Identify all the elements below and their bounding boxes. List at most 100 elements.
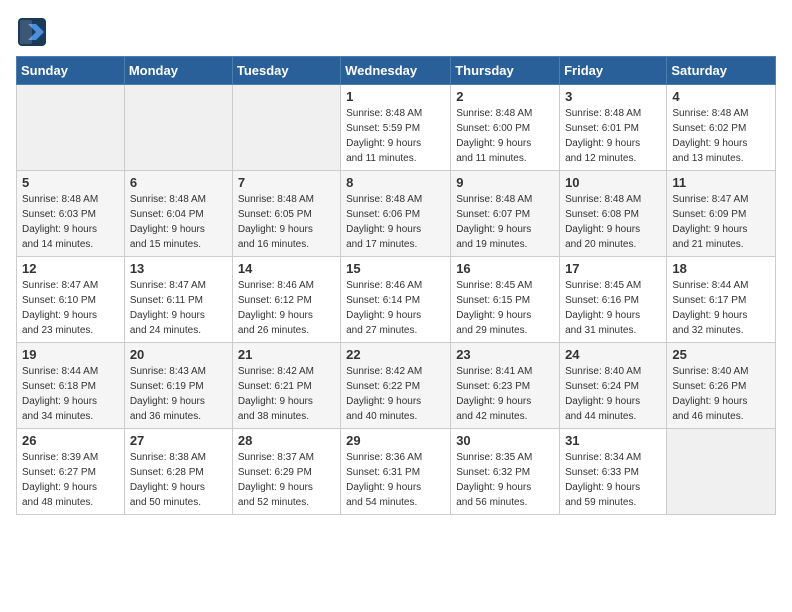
day-info: Sunrise: 8:48 AM Sunset: 6:03 PM Dayligh… [22,192,119,252]
calendar-cell: 22 Sunrise: 8:42 AM Sunset: 6:22 PM Dayli… [341,343,451,429]
day-info: Sunrise: 8:48 AM Sunset: 6:05 PM Dayligh… [238,192,335,252]
calendar-week-row: 12 Sunrise: 8:47 AM Sunset: 6:10 PM Dayli… [17,257,776,343]
calendar-week-row: 19 Sunrise: 8:44 AM Sunset: 6:18 PM Dayli… [17,343,776,429]
day-info: Sunrise: 8:35 AM Sunset: 6:32 PM Dayligh… [456,450,554,510]
page-header [16,16,776,48]
calendar-cell: 1Sunrise: 8:48 AM Sunset: 5:59 PM Daylig… [341,85,451,171]
day-info: Sunrise: 8:41 AM Sunset: 6:23 PM Dayligh… [456,364,554,424]
weekday-header-saturday: Saturday [667,57,776,85]
day-info: Sunrise: 8:40 AM Sunset: 6:24 PM Dayligh… [565,364,661,424]
calendar-week-row: 5 Sunrise: 8:48 AM Sunset: 6:03 PM Daylig… [17,171,776,257]
day-number: 16 [456,261,554,276]
day-number: 2 [456,89,554,104]
day-number: 27 [130,433,227,448]
day-number: 15 [346,261,445,276]
calendar-cell: 26Sunrise: 8:39 AM Sunset: 6:27 PM Dayli… [17,429,125,515]
day-number: 13 [130,261,227,276]
day-number: 10 [565,175,661,190]
day-info: Sunrise: 8:47 AM Sunset: 6:09 PM Dayligh… [672,192,770,252]
calendar-cell: 30 Sunrise: 8:35 AM Sunset: 6:32 PM Dayli… [451,429,560,515]
day-info: Sunrise: 8:36 AM Sunset: 6:31 PM Dayligh… [346,450,445,510]
day-info: Sunrise: 8:48 AM Sunset: 6:01 PM Dayligh… [565,106,661,166]
day-number: 23 [456,347,554,362]
calendar-cell: 29 Sunrise: 8:36 AM Sunset: 6:31 PM Dayli… [341,429,451,515]
day-info: Sunrise: 8:47 AM Sunset: 6:10 PM Dayligh… [22,278,119,338]
day-number: 14 [238,261,335,276]
day-info: Sunrise: 8:47 AM Sunset: 6:11 PM Dayligh… [130,278,227,338]
day-info: Sunrise: 8:42 AM Sunset: 6:22 PM Dayligh… [346,364,445,424]
calendar-cell: 7 Sunrise: 8:48 AM Sunset: 6:05 PM Daylig… [232,171,340,257]
weekday-header-tuesday: Tuesday [232,57,340,85]
calendar-cell: 17Sunrise: 8:45 AM Sunset: 6:16 PM Dayli… [560,257,667,343]
day-number: 3 [565,89,661,104]
calendar-cell: 28 Sunrise: 8:37 AM Sunset: 6:29 PM Dayli… [232,429,340,515]
calendar-cell: 23 Sunrise: 8:41 AM Sunset: 6:23 PM Dayli… [451,343,560,429]
day-number: 12 [22,261,119,276]
day-number: 5 [22,175,119,190]
day-number: 20 [130,347,227,362]
day-info: Sunrise: 8:44 AM Sunset: 6:18 PM Dayligh… [22,364,119,424]
day-info: Sunrise: 8:48 AM Sunset: 6:02 PM Dayligh… [672,106,770,166]
day-number: 9 [456,175,554,190]
day-number: 17 [565,261,661,276]
day-info: Sunrise: 8:44 AM Sunset: 6:17 PM Dayligh… [672,278,770,338]
day-info: Sunrise: 8:48 AM Sunset: 6:06 PM Dayligh… [346,192,445,252]
calendar-cell: 8 Sunrise: 8:48 AM Sunset: 6:06 PM Daylig… [341,171,451,257]
calendar-cell: 19 Sunrise: 8:44 AM Sunset: 6:18 PM Dayli… [17,343,125,429]
day-info: Sunrise: 8:34 AM Sunset: 6:33 PM Dayligh… [565,450,661,510]
logo-icon [16,16,48,48]
day-number: 22 [346,347,445,362]
day-info: Sunrise: 8:43 AM Sunset: 6:19 PM Dayligh… [130,364,227,424]
day-info: Sunrise: 8:37 AM Sunset: 6:29 PM Dayligh… [238,450,335,510]
day-number: 29 [346,433,445,448]
day-number: 28 [238,433,335,448]
calendar-cell: 15Sunrise: 8:46 AM Sunset: 6:14 PM Dayli… [341,257,451,343]
day-info: Sunrise: 8:48 AM Sunset: 6:08 PM Dayligh… [565,192,661,252]
day-number: 25 [672,347,770,362]
calendar-cell [124,85,232,171]
day-info: Sunrise: 8:48 AM Sunset: 6:07 PM Dayligh… [456,192,554,252]
day-number: 30 [456,433,554,448]
calendar-cell: 9 Sunrise: 8:48 AM Sunset: 6:07 PM Daylig… [451,171,560,257]
day-number: 8 [346,175,445,190]
calendar-cell: 11 Sunrise: 8:47 AM Sunset: 6:09 PM Dayli… [667,171,776,257]
calendar-cell: 10 Sunrise: 8:48 AM Sunset: 6:08 PM Dayli… [560,171,667,257]
calendar-cell: 20 Sunrise: 8:43 AM Sunset: 6:19 PM Dayli… [124,343,232,429]
day-number: 31 [565,433,661,448]
calendar-cell [667,429,776,515]
day-number: 24 [565,347,661,362]
calendar-cell: 13 Sunrise: 8:47 AM Sunset: 6:11 PM Dayli… [124,257,232,343]
calendar-cell: 3 Sunrise: 8:48 AM Sunset: 6:01 PM Daylig… [560,85,667,171]
day-number: 26 [22,433,119,448]
day-number: 7 [238,175,335,190]
calendar-header-row: SundayMondayTuesdayWednesdayThursdayFrid… [17,57,776,85]
weekday-header-monday: Monday [124,57,232,85]
day-info: Sunrise: 8:48 AM Sunset: 6:04 PM Dayligh… [130,192,227,252]
day-number: 11 [672,175,770,190]
day-number: 19 [22,347,119,362]
calendar-cell: 18 Sunrise: 8:44 AM Sunset: 6:17 PM Dayli… [667,257,776,343]
calendar-cell: 14Sunrise: 8:46 AM Sunset: 6:12 PM Dayli… [232,257,340,343]
day-number: 18 [672,261,770,276]
calendar-cell: 21 Sunrise: 8:42 AM Sunset: 6:21 PM Dayli… [232,343,340,429]
calendar-cell: 25 Sunrise: 8:40 AM Sunset: 6:26 PM Dayli… [667,343,776,429]
day-info: Sunrise: 8:38 AM Sunset: 6:28 PM Dayligh… [130,450,227,510]
day-info: Sunrise: 8:48 AM Sunset: 6:00 PM Dayligh… [456,106,554,166]
weekday-header-sunday: Sunday [17,57,125,85]
calendar-cell [17,85,125,171]
calendar-cell: 31 Sunrise: 8:34 AM Sunset: 6:33 PM Dayli… [560,429,667,515]
calendar-cell: 12 Sunrise: 8:47 AM Sunset: 6:10 PM Dayli… [17,257,125,343]
calendar-cell: 27 Sunrise: 8:38 AM Sunset: 6:28 PM Dayli… [124,429,232,515]
day-info: Sunrise: 8:40 AM Sunset: 6:26 PM Dayligh… [672,364,770,424]
calendar-week-row: 26Sunrise: 8:39 AM Sunset: 6:27 PM Dayli… [17,429,776,515]
calendar-cell: 4Sunrise: 8:48 AM Sunset: 6:02 PM Daylig… [667,85,776,171]
calendar-cell: 5 Sunrise: 8:48 AM Sunset: 6:03 PM Daylig… [17,171,125,257]
weekday-header-wednesday: Wednesday [341,57,451,85]
calendar-table: SundayMondayTuesdayWednesdayThursdayFrid… [16,56,776,515]
day-number: 1 [346,89,445,104]
day-number: 6 [130,175,227,190]
day-info: Sunrise: 8:42 AM Sunset: 6:21 PM Dayligh… [238,364,335,424]
day-info: Sunrise: 8:45 AM Sunset: 6:15 PM Dayligh… [456,278,554,338]
calendar-cell: 16 Sunrise: 8:45 AM Sunset: 6:15 PM Dayli… [451,257,560,343]
day-number: 21 [238,347,335,362]
